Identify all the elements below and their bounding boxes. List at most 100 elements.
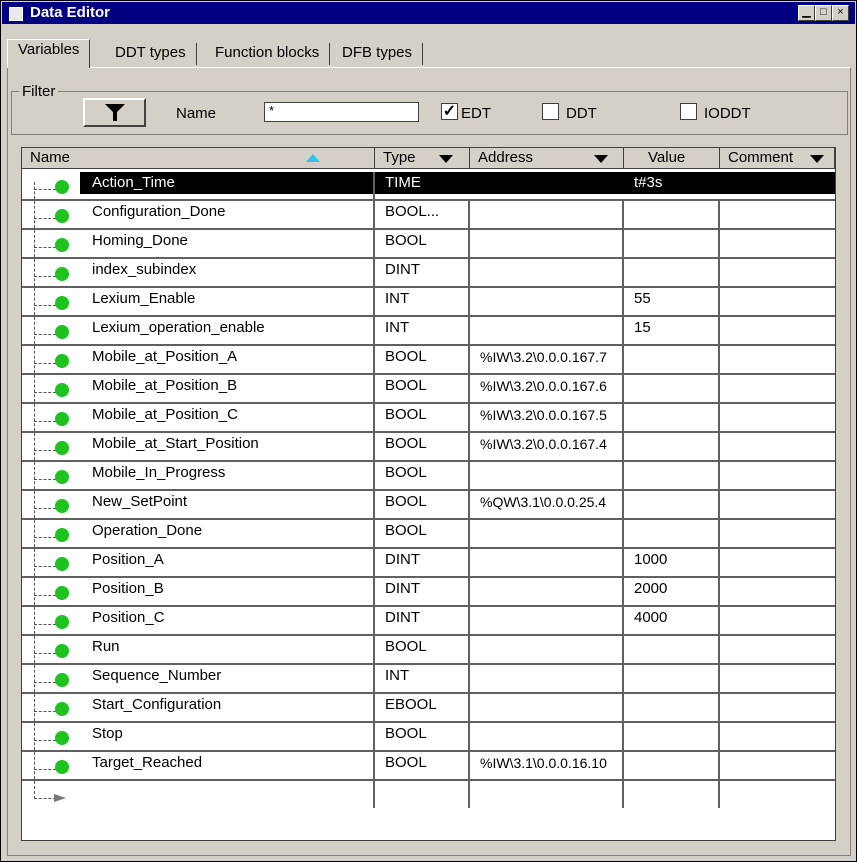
new-row[interactable] bbox=[22, 781, 835, 810]
type-cell[interactable]: BOOL... bbox=[375, 201, 470, 228]
address-cell[interactable]: %IW\3.2\0.0.0.167.7 bbox=[470, 346, 624, 373]
value-cell[interactable] bbox=[624, 520, 720, 547]
comment-cell[interactable] bbox=[720, 404, 835, 431]
ddt-checkbox[interactable] bbox=[542, 103, 559, 120]
name-cell[interactable]: index_subindex bbox=[22, 259, 375, 286]
value-cell[interactable] bbox=[624, 201, 720, 228]
name-cell[interactable]: Operation_Done bbox=[22, 520, 375, 547]
table-row[interactable]: Mobile_at_Position_A BOOL %IW\3.2\0.0.0.16… bbox=[22, 346, 835, 375]
title-bar[interactable]: Data Editor ▁ □ × bbox=[2, 2, 855, 24]
type-cell[interactable]: BOOL bbox=[375, 462, 470, 489]
address-cell[interactable] bbox=[470, 201, 624, 228]
tab-ddt-types[interactable]: DDT types bbox=[105, 43, 197, 65]
address-cell[interactable] bbox=[470, 636, 624, 663]
type-cell[interactable]: EBOOL bbox=[375, 694, 470, 721]
name-cell[interactable]: Mobile_In_Progress bbox=[22, 462, 375, 489]
value-cell[interactable] bbox=[624, 694, 720, 721]
comment-cell[interactable] bbox=[720, 259, 835, 286]
address-cell[interactable] bbox=[470, 520, 624, 547]
address-cell[interactable] bbox=[470, 317, 624, 344]
comment-cell[interactable] bbox=[720, 694, 835, 721]
address-cell[interactable]: %IW\3.2\0.0.0.167.4 bbox=[470, 433, 624, 460]
name-cell[interactable]: Mobile_at_Position_A bbox=[22, 346, 375, 373]
type-cell[interactable]: INT bbox=[375, 317, 470, 344]
value-cell[interactable] bbox=[624, 752, 720, 779]
table-row[interactable]: Action_Time TIME t#3s bbox=[22, 172, 835, 201]
edt-checkbox[interactable]: ✓ bbox=[441, 103, 458, 120]
type-cell[interactable]: INT bbox=[375, 288, 470, 315]
address-cell[interactable] bbox=[470, 172, 624, 199]
address-cell[interactable] bbox=[470, 230, 624, 257]
tab-dfb-types[interactable]: DFB types bbox=[332, 43, 424, 65]
name-cell[interactable]: Lexium_Enable bbox=[22, 288, 375, 315]
tab-variables[interactable]: Variables bbox=[7, 39, 91, 68]
type-cell[interactable]: DINT bbox=[375, 549, 470, 576]
address-cell[interactable] bbox=[470, 462, 624, 489]
comment-cell[interactable] bbox=[720, 201, 835, 228]
address-cell[interactable] bbox=[470, 578, 624, 605]
table-row[interactable]: index_subindex DINT bbox=[22, 259, 835, 288]
type-cell[interactable]: BOOL bbox=[375, 520, 470, 547]
address-cell[interactable]: %IW\3.2\0.0.0.167.5 bbox=[470, 404, 624, 431]
address-cell[interactable] bbox=[470, 288, 624, 315]
name-cell[interactable]: Homing_Done bbox=[22, 230, 375, 257]
column-header-value[interactable]: Value bbox=[624, 148, 720, 169]
close-button[interactable]: × bbox=[832, 5, 849, 21]
name-cell[interactable]: Position_A bbox=[22, 549, 375, 576]
table-row[interactable]: Lexium_Enable INT 55 bbox=[22, 288, 835, 317]
name-cell[interactable]: Stop bbox=[22, 723, 375, 750]
name-cell[interactable]: Mobile_at_Start_Position bbox=[22, 433, 375, 460]
address-cell[interactable] bbox=[470, 723, 624, 750]
name-cell[interactable]: Mobile_at_Position_C bbox=[22, 404, 375, 431]
value-cell[interactable] bbox=[624, 259, 720, 286]
type-cell[interactable]: DINT bbox=[375, 578, 470, 605]
value-cell[interactable]: 2000 bbox=[624, 578, 720, 605]
value-cell[interactable] bbox=[624, 375, 720, 402]
comment-cell[interactable] bbox=[720, 549, 835, 576]
column-header-type[interactable]: Type bbox=[375, 148, 470, 169]
value-cell[interactable] bbox=[624, 230, 720, 257]
tab-function-blocks[interactable]: Function blocks bbox=[205, 43, 331, 65]
column-header-address[interactable]: Address bbox=[470, 148, 624, 169]
name-cell[interactable]: Position_C bbox=[22, 607, 375, 634]
type-cell[interactable]: BOOL bbox=[375, 433, 470, 460]
type-cell[interactable]: DINT bbox=[375, 259, 470, 286]
comment-cell[interactable] bbox=[720, 172, 835, 199]
name-cell[interactable]: New_SetPoint bbox=[22, 491, 375, 518]
table-row[interactable]: Position_A DINT 1000 bbox=[22, 549, 835, 578]
new-row-comment-cell[interactable] bbox=[720, 781, 835, 808]
comment-cell[interactable] bbox=[720, 665, 835, 692]
address-cell[interactable] bbox=[470, 607, 624, 634]
table-row[interactable]: Mobile_at_Start_Position BOOL %IW\3.2\0.0.… bbox=[22, 433, 835, 462]
table-row[interactable]: Start_Configuration EBOOL bbox=[22, 694, 835, 723]
name-cell[interactable]: Mobile_at_Position_B bbox=[22, 375, 375, 402]
name-cell[interactable]: Lexium_operation_enable bbox=[22, 317, 375, 344]
table-row[interactable]: Configuration_Done BOOL... bbox=[22, 201, 835, 230]
type-cell[interactable]: BOOL bbox=[375, 404, 470, 431]
value-cell[interactable] bbox=[624, 723, 720, 750]
name-cell[interactable]: Sequence_Number bbox=[22, 665, 375, 692]
table-row[interactable]: Mobile_at_Position_C BOOL %IW\3.2\0.0.0.16… bbox=[22, 404, 835, 433]
type-cell[interactable]: INT bbox=[375, 665, 470, 692]
comment-cell[interactable] bbox=[720, 375, 835, 402]
name-cell[interactable]: Position_B bbox=[22, 578, 375, 605]
table-row[interactable]: New_SetPoint BOOL %QW\3.1\0.0.0.25.4 bbox=[22, 491, 835, 520]
name-cell[interactable]: Run bbox=[22, 636, 375, 663]
comment-cell[interactable] bbox=[720, 752, 835, 779]
value-cell[interactable]: 55 bbox=[624, 288, 720, 315]
value-cell[interactable] bbox=[624, 404, 720, 431]
new-row-value-cell[interactable] bbox=[624, 781, 720, 808]
type-cell[interactable]: TIME bbox=[375, 172, 470, 199]
name-cell[interactable]: Configuration_Done bbox=[22, 201, 375, 228]
name-cell[interactable]: Action_Time bbox=[22, 172, 375, 199]
value-cell[interactable] bbox=[624, 462, 720, 489]
address-cell[interactable] bbox=[470, 694, 624, 721]
address-cell[interactable] bbox=[470, 549, 624, 576]
comment-cell[interactable] bbox=[720, 607, 835, 634]
table-row[interactable]: Operation_Done BOOL bbox=[22, 520, 835, 549]
comment-cell[interactable] bbox=[720, 230, 835, 257]
ioddt-checkbox[interactable] bbox=[680, 103, 697, 120]
type-cell[interactable]: BOOL bbox=[375, 752, 470, 779]
address-cell[interactable] bbox=[470, 259, 624, 286]
minimize-button[interactable]: ▁ bbox=[798, 5, 815, 21]
